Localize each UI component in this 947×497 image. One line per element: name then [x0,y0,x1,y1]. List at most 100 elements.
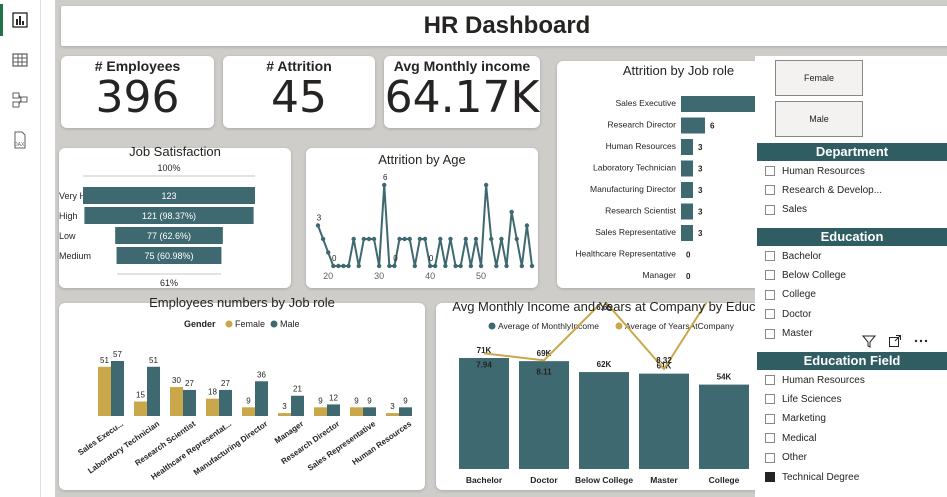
age-point [376,263,382,269]
slicer-checkbox[interactable] [765,309,775,320]
age-point [325,250,331,255]
slicer-checkbox[interactable] [765,204,775,215]
slicer-checkbox[interactable] [765,289,775,300]
slicer-option[interactable]: Medical [765,430,816,446]
slicer-option[interactable]: Human Resources [765,163,865,179]
table-view-icon[interactable] [6,46,34,74]
slicer-checkbox[interactable] [765,452,775,463]
slicer-option-label: Human Resources [782,374,865,386]
education-slicer-header: Education [757,228,947,246]
age-x-tick: 20 [323,271,333,281]
male-bar-label: 57 [113,350,122,359]
slicer-checkbox[interactable] [765,375,775,385]
role-bar [681,117,705,134]
age-point [392,263,397,269]
slicer-checkbox[interactable] [765,328,775,339]
filter-icon[interactable] [862,334,876,348]
kpi-income-card[interactable]: Avg Monthly income 64.17K [384,56,540,128]
slicer-checkbox[interactable] [765,270,775,281]
job-satisfaction-card[interactable]: Job Satisfaction 100% Very High 123 High 121… [59,144,291,288]
kpi-attrition-card[interactable]: # Attrition 45 [223,56,375,128]
female-bar-label: 18 [208,388,217,397]
years-point-label: 7.94 [476,360,492,369]
slicer-checkbox[interactable] [765,251,775,261]
male-bar [363,407,376,416]
age-point [509,209,514,215]
age-point [514,236,519,242]
slicer-option[interactable]: College [765,287,816,303]
slicer-option[interactable]: Human Resources [765,372,865,388]
slicer-option-label: Research & Develop... [782,184,883,196]
role-category-label: Laboratory Technician [593,163,676,173]
female-bar [170,387,183,416]
left-nav-rail: DAX [0,0,41,497]
education-category-label: Below College [575,475,633,485]
attrition-by-age-card[interactable]: Attrition by Age 3 0 6 0 0 20 30 40 50 [306,148,538,288]
slicer-option-label: Human Resources [782,165,865,177]
age-point [524,223,530,228]
age-point-label: 0 [393,254,398,263]
gender-male-button[interactable]: Male [775,101,863,137]
focus-mode-icon[interactable] [888,334,902,348]
model-view-icon[interactable] [6,86,34,114]
slicer-checkbox[interactable] [765,433,775,444]
male-bar [399,407,412,416]
age-point [468,263,474,269]
male-bar [183,389,196,416]
slicer-option[interactable]: Technical Degree [765,469,859,485]
age-point [366,236,372,242]
age-point [407,236,412,242]
dax-query-view-icon[interactable]: DAX [6,126,34,154]
employees-category-label: Laboratory Technician [86,419,161,475]
age-point [341,263,346,269]
slicer-option[interactable]: Master [765,326,813,342]
female-bar-label: 9 [318,396,323,405]
more-options-icon[interactable] [914,334,928,348]
age-point [463,236,468,242]
slicer-checkbox[interactable] [765,472,775,482]
attrition-by-age-chart: 3060 020 30 40 50 [315,173,535,281]
male-bar-label: 9 [403,396,408,405]
gender-female-button[interactable]: Female [775,60,863,96]
employees-category-label: Sales Representative [306,419,378,473]
slicer-option[interactable]: Below College [765,267,846,283]
income-by-education-card[interactable]: Avg Monthly Income and Years at Company … [436,274,800,490]
slicer-option-label: Master [782,328,813,340]
slicer-option[interactable]: Life Sciences [765,391,841,407]
role-bar-label: 3 [698,229,703,238]
slicer-checkbox[interactable] [765,413,775,424]
employees-by-role-title: Employees numbers by Job role [149,295,335,310]
age-point-label: 3 [317,214,322,223]
slicer-option[interactable]: Sales [765,202,807,218]
kpi-income-value: 64.17K [384,72,540,123]
age-point [504,263,509,269]
age-point [320,236,326,242]
slicer-option[interactable]: Doctor [765,306,811,322]
age-point [402,236,407,242]
slicer-option[interactable]: Research & Develop... [765,182,882,198]
role-category-label: Research Scientist [605,206,677,216]
slicer-option[interactable]: Marketing [765,411,826,427]
slicer-checkbox[interactable] [765,394,775,405]
female-bar-label: 9 [354,396,359,405]
slicer-checkbox[interactable] [765,185,775,196]
income-bar [699,384,749,469]
report-view-icon[interactable] [6,6,34,34]
age-point-label: 6 [383,173,388,182]
role-bar [681,203,693,220]
age-point [489,236,494,242]
employees-by-role-card[interactable]: Employees numbers by Job role Gender Fema… [59,295,425,490]
visual-header-toolbar [862,332,928,350]
slicer-option[interactable]: Bachelor [765,248,821,264]
department-slicer-header: Department [757,143,947,161]
slicer-option-label: Technical Degree [782,471,860,483]
slicer-checkbox[interactable] [765,166,775,176]
slicer-option-label: Life Sciences [782,393,842,405]
years-point-label: 8.32 [656,356,672,365]
age-point [427,263,433,269]
female-bar [314,407,327,416]
slicer-option[interactable]: Other [765,450,807,466]
slicer-option-label: College [782,289,816,301]
kpi-employees-card[interactable]: # Employees 396 [61,56,214,128]
legend-income-label: Average of MonthlyIncome [498,321,599,331]
